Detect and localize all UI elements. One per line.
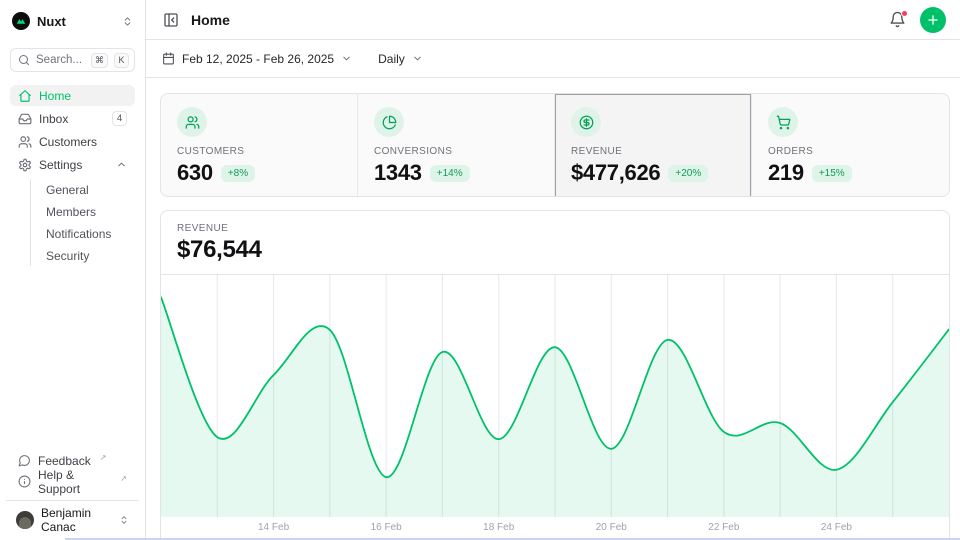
x-tick-label: 20 Feb	[596, 522, 627, 533]
stat-delta-badge: +20%	[668, 165, 708, 182]
chart-metric-value: $76,544	[177, 236, 933, 264]
sidebar-item-help-support[interactable]: Help & Support ↗	[10, 471, 135, 492]
sidebar-item-general[interactable]: General	[39, 179, 135, 200]
sidebar-item-label: Inbox	[39, 112, 68, 126]
notifications-button[interactable]	[887, 9, 908, 30]
date-range-value: Feb 12, 2025 - Feb 26, 2025	[182, 52, 334, 66]
stat-card-conversions[interactable]: CONVERSIONS 1343 +14%	[358, 94, 555, 197]
info-circle-icon	[18, 475, 31, 488]
kbd-cmd: ⌘	[91, 53, 108, 68]
stat-delta-badge: +8%	[221, 165, 255, 182]
notification-dot	[901, 10, 908, 17]
search-icon	[18, 54, 30, 66]
period-value: Daily	[378, 52, 405, 66]
stat-delta-badge: +14%	[430, 165, 470, 182]
external-link-icon: ↗	[120, 474, 127, 483]
search-input[interactable]: Search... ⌘ K	[10, 48, 135, 72]
chevrons-up-down-icon	[122, 16, 133, 27]
x-tick-label: 24 Feb	[821, 522, 852, 533]
calendar-icon	[162, 52, 175, 65]
avatar	[16, 511, 34, 529]
stat-card-revenue[interactable]: REVENUE $477,626 +20%	[555, 94, 752, 197]
sidebar-item-members[interactable]: Members	[39, 201, 135, 222]
gear-icon	[18, 158, 32, 172]
team-switcher[interactable]: Nuxt	[10, 10, 135, 32]
settings-subnav: General Members Notifications Security	[30, 179, 135, 266]
external-link-icon: ↗	[100, 453, 107, 462]
revenue-area-chart[interactable]	[161, 275, 949, 517]
x-tick-label: 14 Feb	[258, 522, 289, 533]
stat-value: 1343	[374, 160, 422, 186]
sidebar-subitem-label: Members	[46, 205, 96, 219]
add-button[interactable]	[920, 7, 946, 33]
sidebar-item-label: Feedback	[38, 454, 91, 468]
sidebar: Nuxt Search... ⌘ K Home	[0, 0, 146, 540]
chart-header: REVENUE $76,544	[161, 211, 949, 275]
search-placeholder: Search...	[36, 54, 85, 66]
page-header: Home	[146, 0, 960, 40]
dollar-circle-icon	[571, 107, 601, 137]
chart-metric-label: REVENUE	[177, 223, 933, 234]
stat-delta-badge: +15%	[812, 165, 852, 182]
revenue-chart-card: REVENUE $76,544 14 Feb 16 Feb 18 Feb 20 Feb…	[160, 210, 950, 540]
sidebar-item-security[interactable]: Security	[39, 245, 135, 266]
stat-label: ORDERS	[768, 146, 933, 157]
message-circle-icon	[18, 454, 31, 467]
users-icon	[177, 107, 207, 137]
period-select[interactable]: Daily	[378, 52, 423, 66]
sidebar-item-home[interactable]: Home	[10, 85, 135, 106]
inbox-count-badge: 4	[112, 111, 127, 126]
stat-label: CONVERSIONS	[374, 146, 538, 157]
chevron-down-icon	[341, 53, 352, 64]
revenue-chart-svg	[161, 275, 949, 517]
stat-card-orders[interactable]: ORDERS 219 +15%	[752, 94, 949, 197]
divider	[6, 500, 139, 501]
stat-value: 630	[177, 160, 213, 186]
user-menu[interactable]: Benjamin Canac	[10, 508, 135, 532]
stats-grid: CUSTOMERS 630 +8% CONVERSIONS 1343 +14%	[160, 93, 950, 197]
chevrons-up-down-icon	[119, 515, 129, 525]
chevron-up-icon	[116, 159, 127, 170]
stat-value: 219	[768, 160, 804, 186]
sidebar-item-label: Help & Support	[38, 468, 111, 496]
sidebar-item-label: Customers	[39, 135, 97, 149]
users-icon	[18, 135, 32, 149]
x-tick-label: 18 Feb	[483, 522, 514, 533]
sidebar-subitem-label: Security	[46, 249, 89, 263]
stat-value: $477,626	[571, 160, 660, 186]
page-title: Home	[191, 12, 230, 28]
sidebar-item-customers[interactable]: Customers	[10, 131, 135, 152]
chevron-down-icon	[412, 53, 423, 64]
sidebar-subitem-label: Notifications	[46, 227, 111, 241]
sidebar-item-label: Settings	[39, 158, 82, 172]
pie-chart-icon	[374, 107, 404, 137]
x-tick-label: 22 Feb	[708, 522, 739, 533]
kbd-k: K	[114, 53, 129, 68]
sidebar-item-label: Home	[39, 89, 71, 103]
dashboard-app: Nuxt Search... ⌘ K Home	[0, 0, 960, 540]
stat-label: CUSTOMERS	[177, 146, 341, 157]
collapse-sidebar-button[interactable]	[161, 10, 181, 30]
main-area: Home Feb 12, 2025 - Feb 26, 2025	[146, 0, 960, 540]
x-tick-label: 16 Feb	[371, 522, 402, 533]
stat-label: REVENUE	[571, 146, 735, 157]
stat-card-customers[interactable]: CUSTOMERS 630 +8%	[161, 94, 358, 197]
home-icon	[18, 89, 32, 103]
nuxt-logo-icon	[12, 12, 30, 30]
chart-x-axis: 14 Feb 16 Feb 18 Feb 20 Feb 22 Feb 24 Feb	[161, 517, 949, 540]
dashboard-content: CUSTOMERS 630 +8% CONVERSIONS 1343 +14%	[146, 78, 960, 540]
sidebar-item-inbox[interactable]: Inbox 4	[10, 108, 135, 129]
sidebar-nav: Home Inbox 4 Customers Settings	[10, 85, 135, 266]
plus-icon	[926, 13, 940, 27]
sidebar-subitem-label: General	[46, 183, 89, 197]
user-name: Benjamin Canac	[41, 506, 112, 534]
cart-icon	[768, 107, 798, 137]
team-name: Nuxt	[37, 14, 115, 29]
sidebar-item-settings[interactable]: Settings	[10, 154, 135, 175]
sidebar-item-notifications[interactable]: Notifications	[39, 223, 135, 244]
filters-toolbar: Feb 12, 2025 - Feb 26, 2025 Daily	[146, 40, 960, 78]
date-range-picker[interactable]: Feb 12, 2025 - Feb 26, 2025	[162, 52, 352, 66]
inbox-icon	[18, 112, 32, 126]
